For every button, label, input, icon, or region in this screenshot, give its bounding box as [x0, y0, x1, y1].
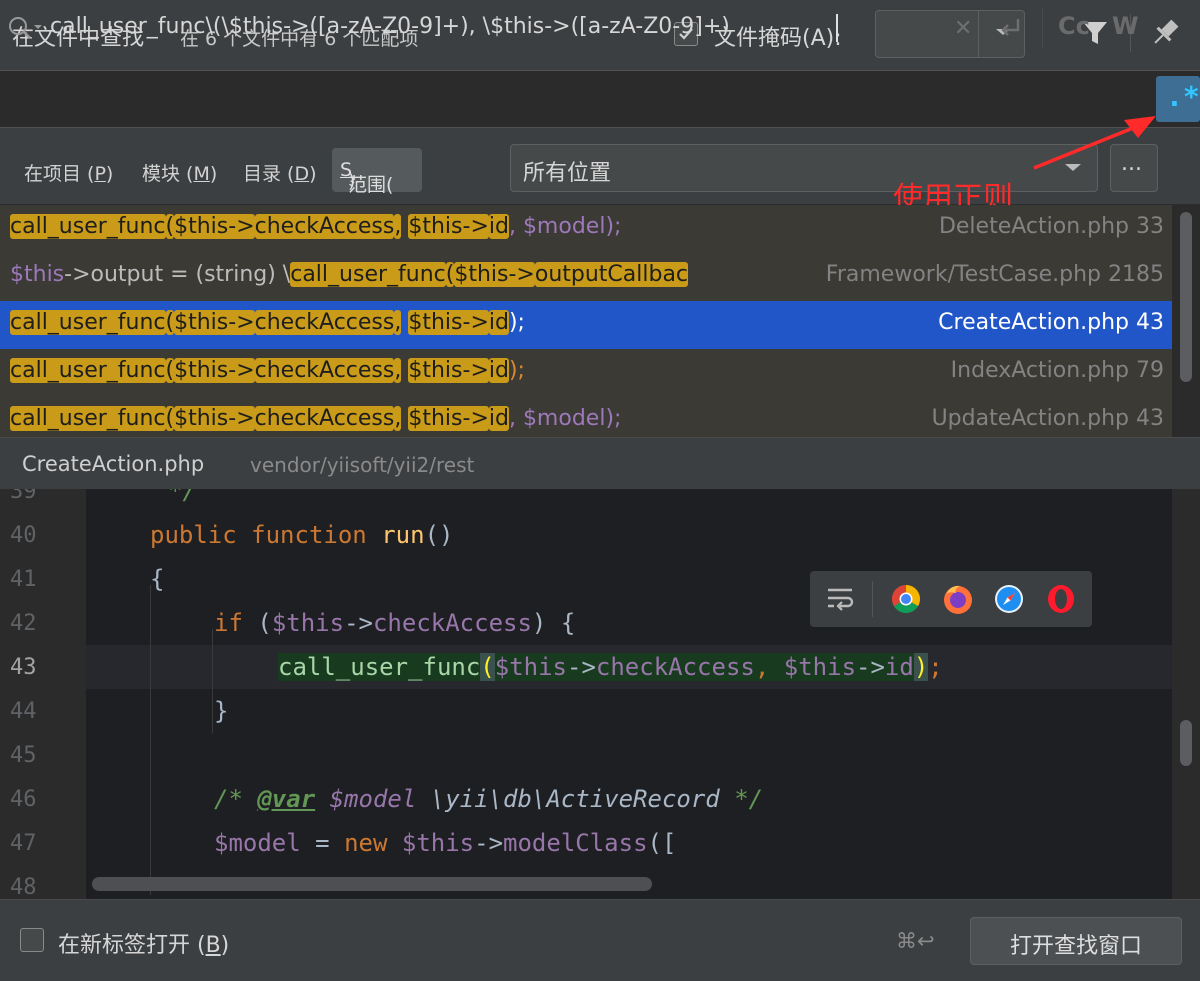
line-number: 47: [10, 831, 37, 856]
line-number: 44: [10, 699, 37, 724]
tab-scope[interactable]: 范围(S): [332, 148, 422, 196]
result-file: Framework/TestCase.php 2185: [819, 262, 1164, 287]
result-file: IndexAction.php 79: [944, 358, 1164, 383]
code-line: $model = new $this->modelClass([: [214, 829, 677, 857]
result-row-selected[interactable]: call_user_func($this->checkAccess, $this…: [0, 301, 1172, 349]
preview-file-path: vendor/yiisoft/yii2/rest: [250, 453, 475, 477]
open-in-new-tab-label: 在新标签打开 (B): [58, 933, 230, 958]
line-number-current: 43: [10, 655, 37, 680]
result-row[interactable]: call_user_func($this->checkAccess, $this…: [0, 349, 1172, 397]
chrome-icon[interactable]: [891, 584, 921, 614]
result-row[interactable]: $this->output = (string) \call_user_func…: [0, 253, 1172, 301]
tab-directory[interactable]: 目录 (D): [243, 159, 317, 186]
regex-icon: .*: [1166, 80, 1200, 113]
open-shortcut-hint: ⌘↩: [896, 929, 935, 953]
search-divider: [1042, 8, 1043, 48]
line-number: 40: [10, 523, 37, 548]
editor-scrollbar-thumb[interactable]: [1180, 720, 1192, 766]
result-code: call_user_func($this->checkAccess, $this…: [10, 406, 622, 431]
firefox-icon[interactable]: [942, 583, 974, 615]
code-line: {: [150, 565, 165, 593]
result-row[interactable]: call_user_func($this->checkAccess, $this…: [0, 397, 1172, 437]
code-line: public function run(): [150, 521, 454, 549]
result-row[interactable]: call_user_func($this->checkAccess, $this…: [0, 205, 1172, 253]
code-line: /* @var $model \yii\db\ActiveRecord */: [214, 785, 764, 813]
line-number: 39: [10, 489, 37, 504]
results-scrollbar-thumb[interactable]: [1180, 212, 1192, 382]
result-code: $this->output = (string) \call_user_func…: [10, 262, 689, 287]
scope-location-value: 所有位置: [523, 161, 612, 186]
open-find-window-button[interactable]: 打开查找窗口: [970, 917, 1182, 965]
text-caret: [836, 14, 838, 42]
search-history-icon[interactable]: [6, 14, 46, 44]
result-code: call_user_func($this->checkAccess, $this…: [10, 214, 622, 239]
code-line: }: [214, 697, 229, 725]
line-number: 42: [10, 611, 37, 636]
editor-scrollbar[interactable]: [1172, 489, 1200, 899]
clear-icon[interactable]: ✕: [954, 16, 972, 41]
safari-icon[interactable]: [994, 584, 1024, 614]
line-number: 45: [10, 743, 37, 768]
open-in-browser-popup: [810, 571, 1092, 627]
editor-horizontal-scrollbar[interactable]: [92, 877, 652, 891]
whole-words-button[interactable]: W: [1112, 12, 1138, 40]
result-code: call_user_func($this->checkAccess, $this…: [10, 310, 525, 335]
newline-icon[interactable]: [996, 14, 1026, 44]
match-case-button[interactable]: Cc: [1058, 12, 1090, 40]
pin-icon[interactable]: [1148, 16, 1182, 50]
preview-file-name: CreateAction.php: [22, 452, 205, 476]
regex-toggle-button[interactable]: .*: [1156, 76, 1200, 122]
code-line-current: call_user_func($this->checkAccess, $this…: [278, 653, 943, 681]
file-mask-label: 文件掩码(A):: [714, 26, 842, 51]
line-number: 48: [10, 875, 37, 899]
preview-header: CreateAction.php vendor/yiisoft/yii2/res…: [0, 437, 1200, 490]
soft-wrap-icon[interactable]: [826, 585, 856, 613]
open-in-new-tab-checkbox[interactable]: [20, 928, 44, 952]
results-list: call_user_func($this->checkAccess, $this…: [0, 205, 1172, 437]
code-line: */: [168, 489, 197, 505]
tab-project[interactable]: 在项目 (P): [24, 159, 113, 186]
result-code: call_user_func($this->checkAccess, $this…: [10, 358, 525, 383]
tab-module[interactable]: 模块 (M): [142, 159, 217, 186]
search-input[interactable]: call_user_func\(\$this->([a-zA-Z0-9]+), …: [50, 14, 730, 39]
code-preview-editor[interactable]: 39 40 41 42 43 44 45 46 47 48 */ public …: [0, 489, 1172, 899]
result-file: DeleteAction.php 33: [932, 214, 1164, 239]
code-line: if ($this->checkAccess) {: [214, 609, 576, 637]
opera-icon[interactable]: [1046, 584, 1076, 614]
result-file: CreateAction.php 43: [932, 310, 1164, 335]
annotation-arrow-icon: [1033, 116, 1156, 170]
indent-guide: [212, 629, 213, 733]
line-number: 46: [10, 787, 37, 812]
line-number: 41: [10, 567, 37, 592]
result-file: UpdateAction.php 43: [925, 406, 1164, 431]
indent-guide: [150, 585, 151, 895]
